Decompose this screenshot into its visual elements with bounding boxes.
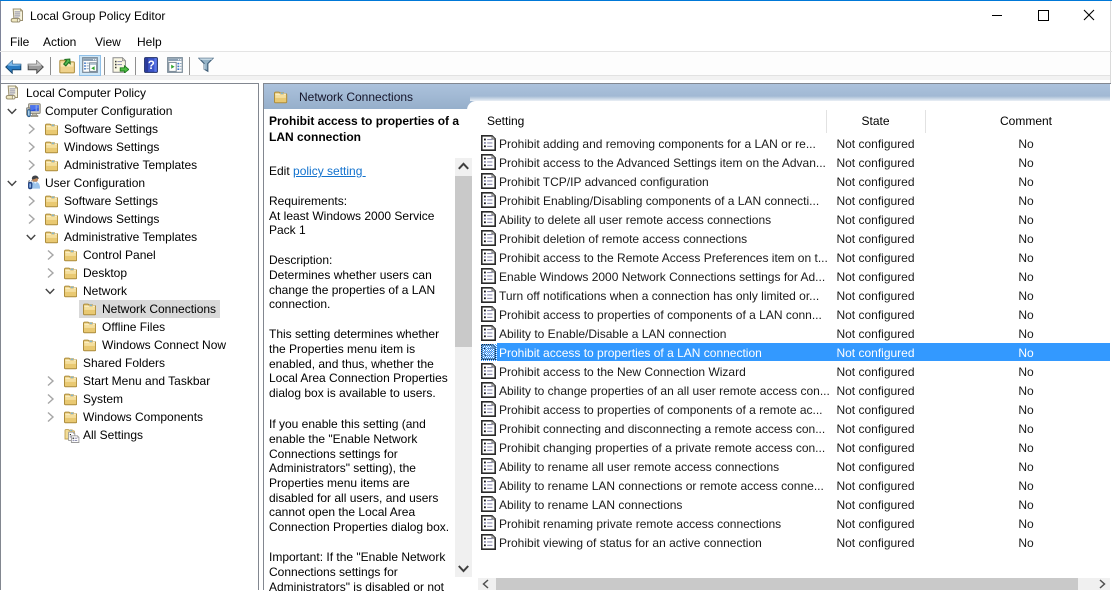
- svg-text:?: ?: [148, 60, 155, 72]
